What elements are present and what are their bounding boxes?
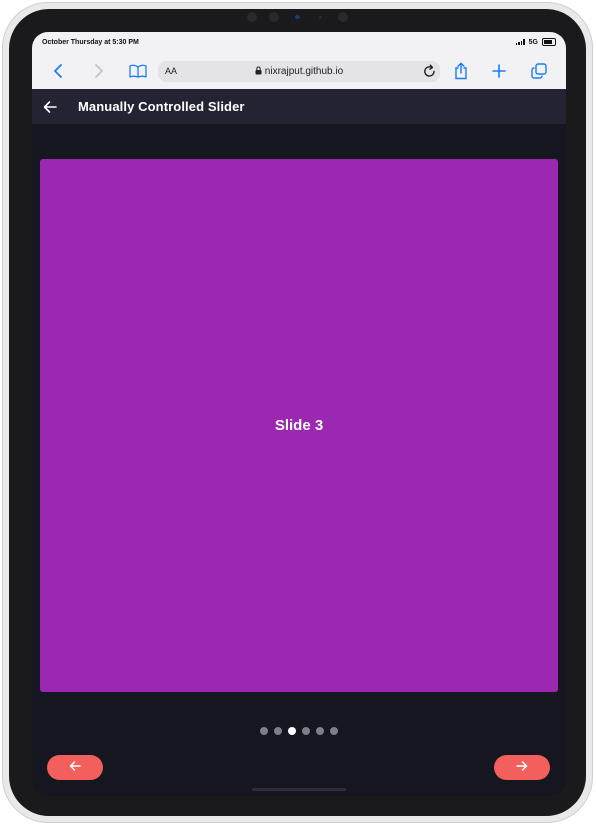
- sensor-dot: [269, 12, 279, 22]
- address-bar[interactable]: AA nixrajput.github.io: [158, 61, 440, 82]
- slide-dot[interactable]: [316, 727, 324, 735]
- browser-toolbar: AA nixrajput.github.io: [32, 54, 566, 90]
- sensor-dot: [338, 12, 348, 22]
- previous-slide-button[interactable]: [47, 755, 103, 780]
- arrow-left-icon: [69, 760, 81, 775]
- status-right: 5G: [515, 38, 556, 46]
- back-arrow-icon[interactable]: [42, 99, 58, 115]
- app-bar: Manually Controlled Slider: [32, 89, 566, 124]
- slide-dot-active[interactable]: [288, 727, 296, 735]
- chevron-left-icon[interactable]: [48, 60, 70, 82]
- slide-card[interactable]: Slide 3: [40, 159, 558, 692]
- slide-dot[interactable]: [330, 727, 338, 735]
- tabs-icon[interactable]: [528, 60, 550, 82]
- chevron-right-icon[interactable]: [87, 60, 109, 82]
- camera-lens: [295, 15, 300, 19]
- camera-bar: [0, 12, 596, 22]
- slide-dot[interactable]: [274, 727, 282, 735]
- sensor-dot: [247, 12, 257, 22]
- arrow-right-icon: [516, 760, 528, 775]
- slide-dot[interactable]: [302, 727, 310, 735]
- slide-label: Slide 3: [274, 417, 324, 434]
- url-text: nixrajput.github.io: [264, 66, 344, 77]
- network-label: 5G: [528, 38, 538, 46]
- lock-icon: [255, 66, 262, 78]
- next-slide-button[interactable]: [494, 755, 550, 780]
- signal-icon: [515, 39, 525, 45]
- url-display[interactable]: nixrajput.github.io: [158, 66, 440, 78]
- home-indicator[interactable]: [252, 788, 346, 791]
- plus-icon[interactable]: [488, 60, 510, 82]
- status-bar: October Thursday at 5:30 PM 5G: [32, 32, 566, 54]
- status-time: October Thursday at 5:30 PM: [42, 39, 139, 46]
- book-icon[interactable]: [127, 60, 149, 82]
- page-title: Manually Controlled Slider: [78, 99, 245, 114]
- reload-icon[interactable]: [423, 64, 436, 81]
- sensor-dot: [319, 16, 322, 19]
- share-icon[interactable]: [450, 60, 472, 82]
- battery-icon: [542, 38, 556, 46]
- screen: October Thursday at 5:30 PM 5G AA nixraj…: [32, 32, 566, 796]
- slide-dot[interactable]: [260, 727, 268, 735]
- slide-indicator: [32, 727, 566, 735]
